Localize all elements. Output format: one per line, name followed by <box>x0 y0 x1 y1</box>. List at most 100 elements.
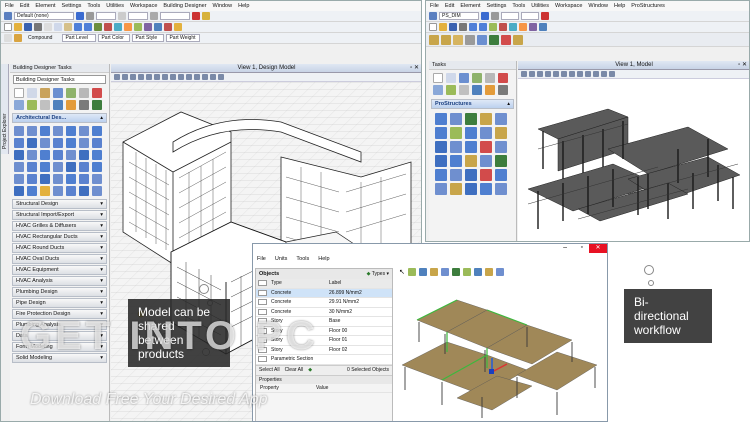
view-previous-icon[interactable] <box>170 74 176 80</box>
ps-tool-10-icon[interactable] <box>495 127 507 139</box>
ps-tool-30-icon[interactable] <box>495 183 507 195</box>
ps-tool-13-icon[interactable] <box>465 141 477 153</box>
part-style-combo[interactable]: Part Style <box>132 34 165 42</box>
wall-icon[interactable] <box>14 126 24 136</box>
r-view-display-icon[interactable] <box>593 71 599 77</box>
r-array-icon[interactable] <box>485 85 495 95</box>
light-icon[interactable] <box>40 186 50 196</box>
viewer-tool-2-icon[interactable] <box>418 268 427 276</box>
row-checkbox[interactable] <box>258 299 267 306</box>
menu-help[interactable]: Help <box>238 3 249 9</box>
plan-icon[interactable] <box>27 162 37 172</box>
import-icon[interactable] <box>92 186 102 196</box>
fillet-icon[interactable] <box>79 100 89 110</box>
view-camera-icon[interactable] <box>202 74 208 80</box>
mirror-icon[interactable] <box>27 100 37 110</box>
cut-icon[interactable] <box>44 23 52 31</box>
tasks-combo[interactable]: Building Designer Tasks <box>13 75 106 84</box>
obj-menu-help[interactable]: Help <box>318 256 329 262</box>
footer-tool-icon[interactable]: ◆ <box>308 367 312 373</box>
ps-tool-8-icon[interactable] <box>465 127 477 139</box>
section-5[interactable]: HVAC Oval Ducts ▾ <box>12 254 107 264</box>
viewer-tool-4-icon[interactable] <box>440 268 449 276</box>
tool-e-icon[interactable] <box>134 23 142 31</box>
section-icon[interactable] <box>92 150 102 160</box>
r-view-pan-icon[interactable] <box>569 71 575 77</box>
view-zoom-in-icon[interactable] <box>130 74 136 80</box>
view-attributes-icon[interactable] <box>194 74 200 80</box>
ungroup-icon[interactable] <box>53 174 63 184</box>
r-attr-icon[interactable] <box>541 12 549 20</box>
r-menu-file[interactable]: File <box>430 3 439 9</box>
part-color-combo[interactable]: Part Color <box>98 34 131 42</box>
ps-tool-23-icon[interactable] <box>465 169 477 181</box>
r-view-fit-icon[interactable] <box>529 71 535 77</box>
sun-icon[interactable] <box>66 186 76 196</box>
menu-window[interactable]: Window <box>213 3 233 9</box>
clear-all-button[interactable]: Clear All <box>285 367 304 373</box>
tool-b-icon[interactable] <box>104 23 112 31</box>
obj-menu-tools[interactable]: Tools <box>296 256 309 262</box>
r-rotate-icon[interactable] <box>485 73 495 83</box>
r-view-camera-icon[interactable] <box>609 71 615 77</box>
r-style-icon[interactable] <box>491 12 499 20</box>
render-icon[interactable] <box>14 186 24 196</box>
view-display-icon[interactable] <box>186 74 192 80</box>
r-color-icon[interactable] <box>481 12 489 20</box>
view-next-icon[interactable] <box>178 74 184 80</box>
view-zoom-out-icon[interactable] <box>138 74 144 80</box>
compound-label[interactable]: Compound <box>28 35 52 41</box>
trim-icon[interactable] <box>53 100 63 110</box>
tool-d-icon[interactable] <box>124 23 132 31</box>
unlock-icon[interactable] <box>79 174 89 184</box>
r-measure-icon[interactable] <box>498 85 508 95</box>
viewer-tool-7-icon[interactable] <box>473 268 482 276</box>
project-explorer-tab[interactable]: Project Explorer <box>1 64 9 154</box>
r-level-combo[interactable]: PS_DIM <box>439 12 479 20</box>
ps-tool-5-icon[interactable] <box>495 113 507 125</box>
hatch-icon[interactable] <box>92 162 102 172</box>
menu-workspace[interactable]: Workspace <box>130 3 157 9</box>
r-menu-settings[interactable]: Settings <box>487 3 507 9</box>
viewer-tool-5-icon[interactable] <box>451 268 460 276</box>
r-undo-icon[interactable] <box>469 23 477 31</box>
group-icon[interactable] <box>40 174 50 184</box>
ceiling-icon[interactable] <box>40 138 50 148</box>
table-row[interactable]: Concrete 29.91 N/mm2 <box>256 298 392 308</box>
callout-tool-icon[interactable] <box>53 162 63 172</box>
r-view-zoom-out-icon[interactable] <box>545 71 551 77</box>
r-menu-prostructures[interactable]: ProStructures <box>631 3 665 9</box>
cell-icon[interactable] <box>27 174 37 184</box>
text-icon[interactable] <box>79 162 89 172</box>
r-line-icon[interactable] <box>446 73 456 83</box>
viewer-tool-1-icon[interactable] <box>407 268 416 276</box>
undo-icon[interactable] <box>74 23 82 31</box>
ps-tool-29-icon[interactable] <box>480 183 492 195</box>
view-pan-icon[interactable] <box>162 74 168 80</box>
ps-tool-17-icon[interactable] <box>450 155 462 167</box>
r-tool-b-icon[interactable] <box>499 23 507 31</box>
r-scale-icon[interactable] <box>472 85 482 95</box>
pointer-icon[interactable] <box>4 34 12 42</box>
window-controls-icon[interactable]: ▫ ✕ <box>410 64 419 73</box>
view-clip-icon[interactable] <box>210 74 216 80</box>
tool-c-icon[interactable] <box>114 23 122 31</box>
new-icon[interactable] <box>4 23 12 31</box>
r-select-icon[interactable] <box>433 73 443 83</box>
r-tool-e-icon[interactable] <box>529 23 537 31</box>
ps-tool-18-icon[interactable] <box>465 155 477 167</box>
level-combo[interactable]: Default (none) <box>14 12 74 20</box>
column-icon[interactable] <box>92 126 102 136</box>
beam-icon[interactable] <box>14 138 24 148</box>
r-trim-icon[interactable] <box>433 85 443 95</box>
r-open-icon[interactable] <box>439 23 447 31</box>
ps-column-icon[interactable] <box>441 34 451 45</box>
r-tool-f-icon[interactable] <box>539 23 547 31</box>
pencil-icon[interactable] <box>14 34 22 42</box>
col-type[interactable]: Type <box>269 280 327 286</box>
slab-icon[interactable] <box>53 126 63 136</box>
print-icon[interactable] <box>34 23 42 31</box>
curtain-icon[interactable] <box>66 138 76 148</box>
ps-tool-20-icon[interactable] <box>495 155 507 167</box>
r-priority-combo[interactable] <box>521 12 539 20</box>
